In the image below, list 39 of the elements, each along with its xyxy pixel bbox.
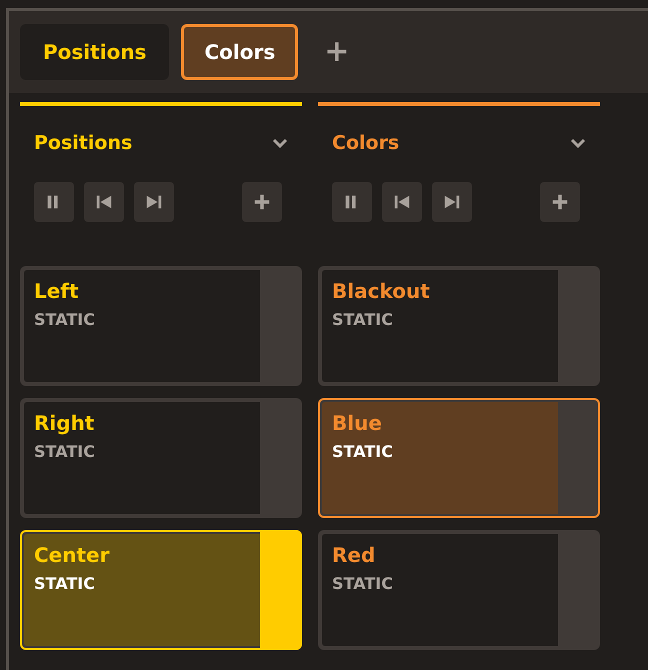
plus-icon [551,193,569,211]
previous-button[interactable] [84,182,124,222]
cue-type: STATIC [34,441,96,463]
cue-card[interactable]: Right STATIC [20,398,302,518]
cue-name: Right [34,410,96,436]
cue-type: STATIC [332,573,394,595]
group-title: Positions [34,130,132,156]
cue-name: Center [34,542,110,568]
cue-card[interactable]: Blackout STATIC [318,266,600,386]
next-icon [442,193,462,211]
cue-card[interactable]: Red STATIC [318,530,600,650]
cue-type: STATIC [34,573,96,595]
pause-button[interactable] [34,182,74,222]
tab[interactable]: Colors [181,24,298,80]
prev-icon [94,193,114,211]
cue-name: Red [332,542,376,568]
previous-button[interactable] [382,182,422,222]
cue-type: STATIC [34,309,96,331]
group-title: Colors [332,130,400,156]
next-button[interactable] [432,182,472,222]
next-button[interactable] [134,182,174,222]
prev-icon [392,193,412,211]
cue-card[interactable]: Left STATIC [20,266,302,386]
chevron-down-icon[interactable] [272,138,288,148]
plus-icon [253,193,271,211]
add-cue-button[interactable] [242,182,282,222]
pause-button[interactable] [332,182,372,222]
chevron-down-icon[interactable] [570,138,586,148]
cue-type: STATIC [332,441,394,463]
add-cue-button[interactable] [540,182,580,222]
tab[interactable]: Positions [20,24,170,80]
next-icon [144,193,164,211]
cue-name: Left [34,278,80,304]
add-tab-button[interactable]: + [310,24,364,80]
cue-name: Blue [332,410,383,436]
cue-card[interactable]: Blue STATIC [318,398,600,518]
cue-name: Blackout [332,278,431,304]
cue-type: STATIC [332,309,394,331]
cue-card[interactable]: Center STATIC [20,530,302,650]
